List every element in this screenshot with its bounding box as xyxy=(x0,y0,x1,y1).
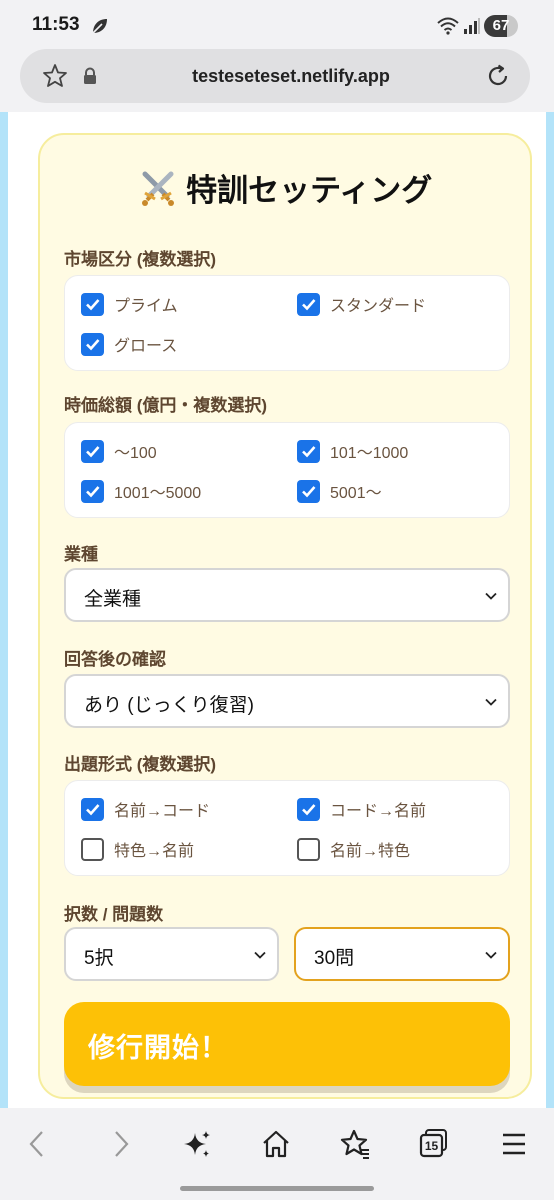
checkbox[interactable] xyxy=(297,292,320,316)
cap-option-over-5001[interactable]: 5001〜 xyxy=(297,479,382,503)
checkbox[interactable] xyxy=(297,797,320,821)
tab-count: 15 xyxy=(424,1139,439,1153)
forward-icon[interactable] xyxy=(104,1128,136,1160)
format-option-name-to-code[interactable]: 名前→コード xyxy=(81,797,210,821)
battery-indicator: 67 xyxy=(484,15,518,37)
option-label: 101〜1000 xyxy=(330,445,409,462)
counts-label: 択数 / 問題数 xyxy=(64,905,164,924)
chevron-down-icon xyxy=(485,951,497,959)
checkbox[interactable] xyxy=(81,292,104,316)
option-label: 名前→コード xyxy=(114,803,211,820)
settings-card: 特訓セッティング 市場区分 (複数選択) プライム スタンダード グロース 時価… xyxy=(38,133,532,1099)
sparkle-icon[interactable] xyxy=(181,1128,213,1160)
option-label: コード→名前 xyxy=(330,803,427,820)
question-count-select[interactable]: 30問 xyxy=(294,927,510,981)
industry-label: 業種 xyxy=(64,545,98,564)
market-cap-options-box: 〜100 101〜1000 1001〜5000 5001〜 xyxy=(64,422,510,518)
market-cap-label: 時価総額 (億円・複数選択) xyxy=(64,396,268,415)
signal-icon xyxy=(464,18,480,34)
checkbox[interactable] xyxy=(297,837,320,861)
checkbox[interactable] xyxy=(81,479,104,503)
checkbox[interactable] xyxy=(297,439,320,463)
review-selected-value: あり (じっくり復習) xyxy=(84,695,254,716)
status-time: 11:53 xyxy=(32,14,80,35)
option-label: 1001〜5000 xyxy=(114,485,202,502)
review-label: 回答後の確認 xyxy=(64,650,166,669)
chevron-down-icon xyxy=(254,951,266,959)
menu-icon[interactable] xyxy=(498,1128,530,1160)
cap-option-under-100[interactable]: 〜100 xyxy=(81,439,157,463)
option-label: 5001〜 xyxy=(330,485,382,502)
question-count-value: 30問 xyxy=(314,948,355,969)
start-button-label: 修行開始！ xyxy=(88,1033,228,1063)
option-label: 特色→名前 xyxy=(114,843,195,860)
back-icon[interactable] xyxy=(22,1128,54,1160)
industry-selected-value: 全業種 xyxy=(84,589,142,610)
format-option-feature-to-name[interactable]: 特色→名前 xyxy=(81,837,194,861)
chevron-down-icon xyxy=(485,698,497,706)
checkbox[interactable] xyxy=(81,837,104,861)
chevron-down-icon xyxy=(485,592,497,600)
reload-icon[interactable] xyxy=(485,63,511,89)
checkbox[interactable] xyxy=(81,332,104,356)
home-indicator xyxy=(180,1186,374,1191)
start-training-button[interactable]: 修行開始！ xyxy=(64,1002,510,1086)
web-viewport: 特訓セッティング 市場区分 (複数選択) プライム スタンダード グロース 時価… xyxy=(0,112,554,1108)
cap-option-1001-5000[interactable]: 1001〜5000 xyxy=(81,479,201,503)
choice-count-select[interactable]: 5択 xyxy=(64,927,279,981)
bookmarks-star-icon[interactable] xyxy=(339,1128,371,1160)
market-option-growth[interactable]: グロース xyxy=(81,332,177,356)
checkbox[interactable] xyxy=(81,797,104,821)
choice-count-value: 5択 xyxy=(84,948,114,969)
market-label: 市場区分 (複数選択) xyxy=(64,250,217,269)
checkbox[interactable] xyxy=(297,479,320,503)
crossed-swords-icon xyxy=(141,171,174,206)
format-options-box: 名前→コード コード→名前 特色→名前 名前→特色 xyxy=(64,780,510,876)
status-bar: 11:53 67 xyxy=(0,0,554,52)
address-bar[interactable]: testeseteset.netlify.app xyxy=(20,49,530,103)
battery-level: 67 xyxy=(492,17,510,34)
format-option-code-to-name[interactable]: コード→名前 xyxy=(297,797,426,821)
industry-select[interactable]: 全業種 xyxy=(64,568,510,622)
market-option-prime[interactable]: プライム xyxy=(81,292,178,316)
url-text[interactable]: testeseteset.netlify.app xyxy=(20,66,530,87)
wifi-icon xyxy=(437,17,459,35)
page-title: 特訓セッティング xyxy=(186,173,433,208)
leaf-icon xyxy=(92,19,107,34)
cap-option-101-1000[interactable]: 101〜1000 xyxy=(297,439,408,463)
home-icon[interactable] xyxy=(260,1128,292,1160)
review-select[interactable]: あり (じっくり復習) xyxy=(64,674,510,728)
page-background: 特訓セッティング 市場区分 (複数選択) プライム スタンダード グロース 時価… xyxy=(8,112,546,1108)
format-label: 出題形式 (複数選択) xyxy=(64,755,217,774)
option-label: プライム xyxy=(114,298,178,315)
option-label: スタンダード xyxy=(330,298,427,315)
option-label: 〜100 xyxy=(114,445,157,462)
checkbox[interactable] xyxy=(81,439,104,463)
market-options-box: プライム スタンダード グロース xyxy=(64,275,510,371)
tabs-button[interactable]: 15 xyxy=(419,1128,449,1158)
option-label: 名前→特色 xyxy=(330,843,411,860)
title-row: 特訓セッティング xyxy=(40,165,530,210)
option-label: グロース xyxy=(114,338,178,355)
market-option-standard[interactable]: スタンダード xyxy=(297,292,426,316)
format-option-name-to-feature[interactable]: 名前→特色 xyxy=(297,837,410,861)
